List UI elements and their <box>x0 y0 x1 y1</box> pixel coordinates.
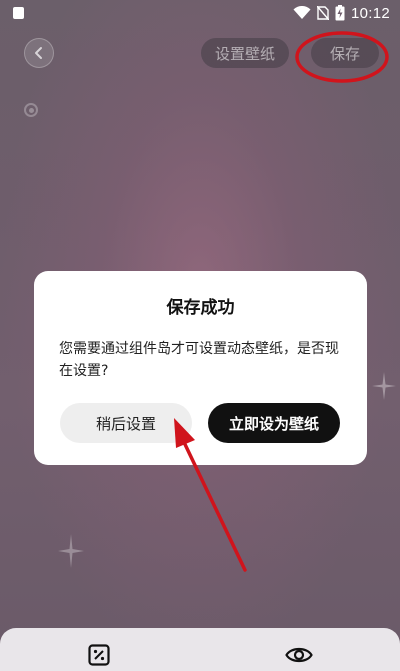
wallpaper-preview-screen: 10:12 设置壁纸 保存 保存成功 您需要通过组件岛才可设置动态壁纸，是否现在… <box>0 0 400 671</box>
notification-square-icon <box>13 7 24 19</box>
sparkle-icon <box>58 534 84 568</box>
chevron-left-icon <box>35 47 42 59</box>
no-sim-icon <box>316 6 329 20</box>
radio-toggle[interactable] <box>24 103 38 117</box>
bottom-toolbar <box>0 628 400 671</box>
set-as-wallpaper-now-button[interactable]: 立即设为壁纸 <box>208 403 340 443</box>
dialog-title: 保存成功 <box>166 298 235 318</box>
set-later-button[interactable]: 稍后设置 <box>60 403 192 443</box>
back-button[interactable] <box>24 38 54 68</box>
status-icons: 10:12 <box>293 4 390 22</box>
save-success-dialog: 保存成功 您需要通过组件岛才可设置动态壁纸，是否现在设置? 稍后设置 立即设为壁… <box>34 271 367 465</box>
status-bar: 10:12 <box>0 0 400 26</box>
battery-charging-icon <box>335 5 345 21</box>
percent-box-icon[interactable] <box>88 644 110 666</box>
sparkle-icon <box>372 372 396 400</box>
dialog-message: 您需要通过组件岛才可设置动态壁纸，是否现在设置? <box>59 341 339 379</box>
eye-icon[interactable] <box>285 644 313 666</box>
save-button[interactable]: 保存 <box>311 38 379 68</box>
wifi-icon <box>293 6 311 19</box>
status-time: 10:12 <box>350 4 390 22</box>
set-wallpaper-button[interactable]: 设置壁纸 <box>201 38 289 68</box>
